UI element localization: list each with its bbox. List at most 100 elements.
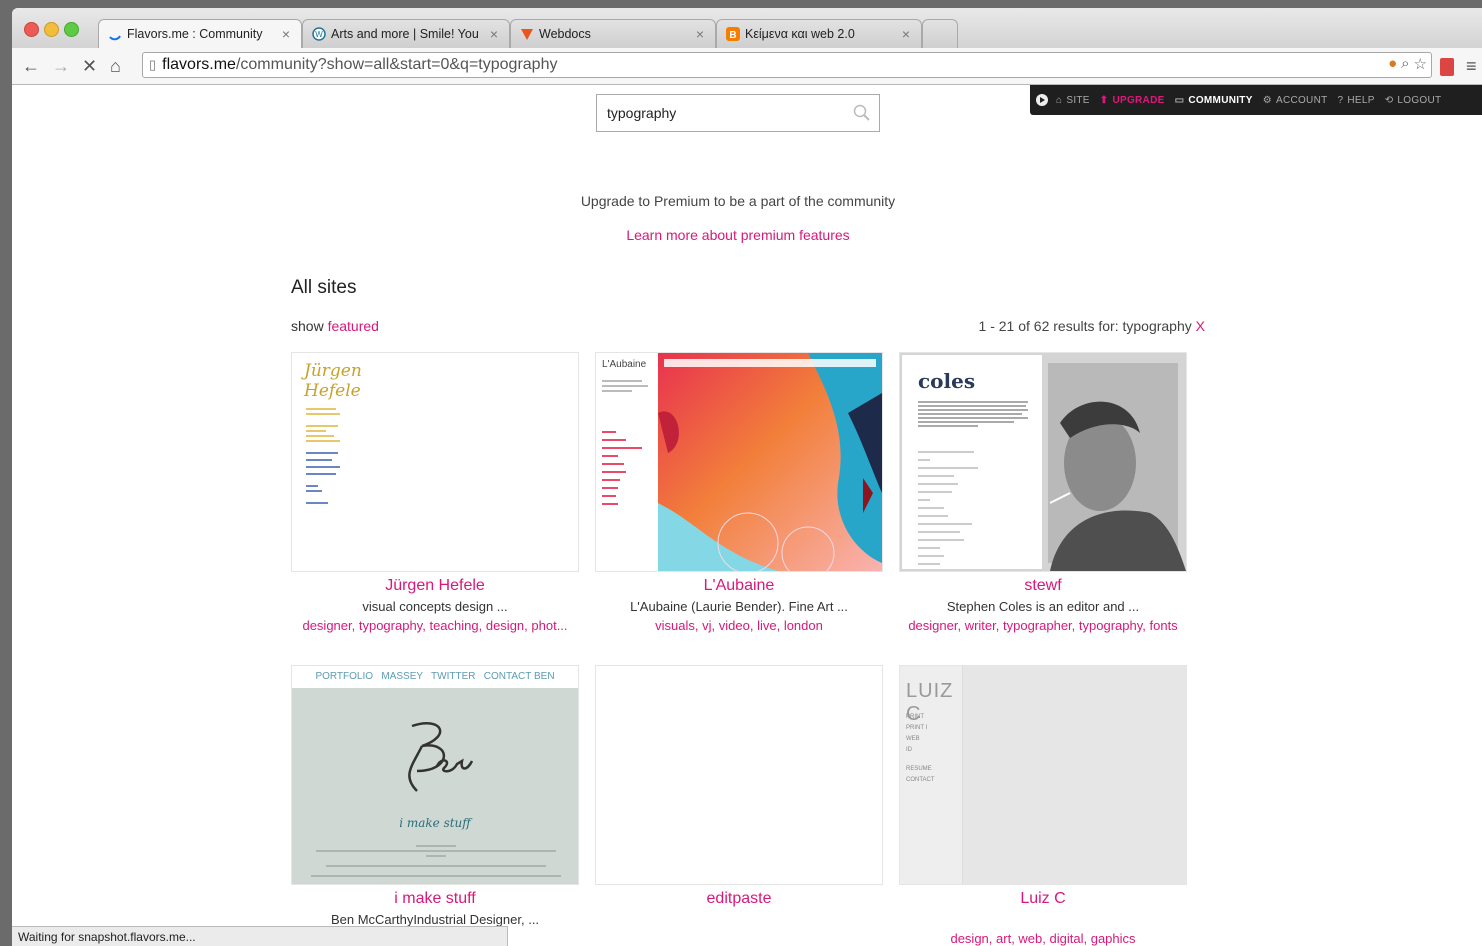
tab-keimena[interactable]: B Κείμενα και web 2.0 × — [716, 19, 922, 48]
thumb-ben-lines — [306, 842, 566, 880]
home-icon[interactable]: ⌂ — [110, 56, 121, 77]
thumb-laubaine-name: L'Aubaine — [602, 359, 647, 370]
tag-link[interactable]: designer — [908, 618, 957, 633]
tag-link[interactable]: live — [757, 618, 777, 633]
tag-link[interactable]: london — [784, 618, 823, 633]
back-arrow-icon[interactable]: ← — [22, 56, 40, 77]
thumb-coles-lines — [918, 399, 1030, 429]
tag-link[interactable]: typography — [359, 618, 422, 633]
site-thumbnail[interactable]: L'Aubaine — [595, 352, 883, 572]
site-title[interactable]: L'Aubaine — [595, 577, 883, 595]
search-icon[interactable] — [853, 104, 871, 125]
stop-icon[interactable]: ✕ — [82, 56, 97, 77]
site-thumbnail[interactable] — [595, 665, 883, 885]
site-title[interactable]: stewf — [899, 577, 1187, 595]
stewf-page: coles — [902, 355, 1042, 569]
tag-link[interactable]: teaching — [429, 618, 478, 633]
url-host: flavors.me — [162, 56, 236, 73]
tag-link[interactable]: web — [1018, 931, 1042, 946]
bookmark-star-icon[interactable]: ☆ — [1414, 55, 1427, 73]
laubaine-artwork — [658, 353, 882, 571]
site-tags: visuals, vj, video, live, london — [655, 618, 823, 633]
thumb-ben-nav: PORTFOLIO MASSEY TWITTER CONTACT BEN — [292, 666, 578, 688]
clear-search-link[interactable]: X — [1196, 318, 1205, 334]
minimize-window-button[interactable] — [44, 22, 59, 37]
search-input[interactable]: typography — [596, 94, 880, 132]
results-summary: 1 - 21 of 62 results for: typography X — [978, 318, 1205, 334]
tab-arts-and-more[interactable]: W Arts and more | Smile! You × — [302, 19, 510, 48]
site-thumbnail[interactable]: PORTFOLIO MASSEY TWITTER CONTACT BEN i m… — [291, 665, 579, 885]
site-thumbnail[interactable]: coles — [899, 352, 1187, 572]
site-title[interactable]: i make stuff — [291, 890, 579, 908]
tag-link[interactable]: phot... — [531, 618, 567, 633]
page-content: ⌂ SITE ⬆ UPGRADE ▭ COMMUNITY ⚙ ACCOUNT ? HELP… — [12, 85, 1482, 946]
tag-link[interactable]: typographer — [1003, 618, 1072, 633]
toolbar: ← → ✕ ⌂ ▯ flavors.me/community?show=all&… — [12, 48, 1482, 85]
site-card[interactable]: Jürgen Hefele Jürgen Hefele visual conce… — [291, 352, 579, 633]
tag-link[interactable]: design — [486, 618, 524, 633]
blocked-cookie-icon[interactable]: ● — [1388, 55, 1397, 73]
tag-link[interactable]: digital — [1050, 931, 1084, 946]
site-title[interactable]: editpaste — [595, 890, 883, 908]
tag-link[interactable]: design — [950, 931, 988, 946]
site-card[interactable]: PORTFOLIO MASSEY TWITTER CONTACT BEN i m… — [291, 665, 579, 946]
tag-link[interactable]: writer — [965, 618, 996, 633]
page-icon: ▯ — [149, 57, 157, 72]
play-icon[interactable] — [1036, 94, 1048, 106]
address-bar[interactable]: ▯ flavors.me/community?show=all&start=0&… — [142, 52, 1432, 78]
thumb-coles-name: coles — [918, 369, 976, 393]
gear-icon: ⚙ — [1262, 94, 1272, 106]
site-card[interactable]: L'Aubaine L'Aubaine L'Aubaine (Laurie Be… — [595, 352, 883, 633]
thumb-laubaine-menu — [602, 425, 652, 511]
webdocs-icon — [519, 26, 535, 42]
site-card[interactable]: coles stewf Stephen Coles is an editor a… — [899, 352, 1187, 633]
extension-icon[interactable] — [1440, 58, 1454, 76]
close-tab-icon[interactable]: × — [487, 26, 501, 42]
admin-logout-link[interactable]: ⟲ LOGOUT — [1385, 95, 1442, 106]
site-card[interactable]: editpaste — [595, 665, 883, 908]
thumb-jurgen-name: Jürgen Hefele — [304, 361, 362, 401]
book-icon: ▭ — [1174, 94, 1185, 106]
tag-link[interactable]: visuals — [655, 618, 695, 633]
tag-link[interactable]: gaphics — [1091, 931, 1136, 946]
close-window-button[interactable] — [24, 22, 39, 37]
tab-bar: Flavors.me : Community × W Arts and more… — [12, 8, 1482, 48]
site-tags: designer, writer, typographer, typograph… — [908, 618, 1178, 633]
upgrade-message: Upgrade to Premium to be a part of the c… — [580, 193, 896, 209]
menu-icon[interactable]: ≡ — [1466, 56, 1477, 77]
site-tags: designer, typography, teaching, design, … — [302, 618, 568, 633]
site-title[interactable]: Jürgen Hefele — [291, 577, 579, 595]
tab-flavors-community[interactable]: Flavors.me : Community × — [98, 19, 302, 48]
admin-community-link[interactable]: ▭ COMMUNITY — [1175, 95, 1253, 106]
close-tab-icon[interactable]: × — [899, 26, 913, 42]
admin-upgrade-link[interactable]: ⬆ UPGRADE — [1100, 95, 1165, 106]
admin-help-link[interactable]: ? HELP — [1338, 95, 1375, 106]
site-thumbnail[interactable]: LUIZ C PRINT PRINT I WEB ID RESUME CONTA… — [899, 665, 1187, 885]
admin-site-link[interactable]: ⌂ SITE — [1056, 95, 1090, 106]
tag-link[interactable]: art — [996, 931, 1011, 946]
site-description: L'Aubaine (Laurie Bender). Fine Art ... — [630, 599, 848, 614]
show-featured-link[interactable]: featured — [328, 318, 379, 334]
thumb-jurgen-lines — [306, 405, 342, 507]
site-thumbnail[interactable]: Jürgen Hefele — [291, 352, 579, 572]
tag-link[interactable]: vj — [702, 618, 711, 633]
site-tags: design, art, web, digital, gaphics — [950, 931, 1136, 946]
search-icon[interactable]: ⌕ — [1401, 55, 1409, 73]
close-tab-icon[interactable]: × — [279, 26, 293, 42]
site-card[interactable]: LUIZ C PRINT PRINT I WEB ID RESUME CONTA… — [899, 665, 1187, 946]
site-description: Stephen Coles is an editor and ... — [946, 599, 1140, 614]
tag-link[interactable]: fonts — [1150, 618, 1178, 633]
site-title[interactable]: Luiz C — [899, 890, 1187, 908]
tag-link[interactable]: video — [719, 618, 750, 633]
tag-link[interactable]: designer — [302, 618, 351, 633]
ben-signature — [408, 722, 474, 792]
new-tab-button[interactable] — [922, 19, 958, 48]
close-tab-icon[interactable]: × — [693, 26, 707, 42]
learn-more-link[interactable]: Learn more about premium features — [12, 227, 1464, 243]
zoom-window-button[interactable] — [64, 22, 79, 37]
forward-arrow-icon[interactable]: → — [52, 56, 70, 77]
tab-webdocs[interactable]: Webdocs × — [510, 19, 716, 48]
tag-link[interactable]: typography — [1079, 618, 1142, 633]
admin-account-link[interactable]: ⚙ ACCOUNT — [1263, 95, 1328, 106]
site-description: visual concepts design ... — [362, 599, 508, 614]
